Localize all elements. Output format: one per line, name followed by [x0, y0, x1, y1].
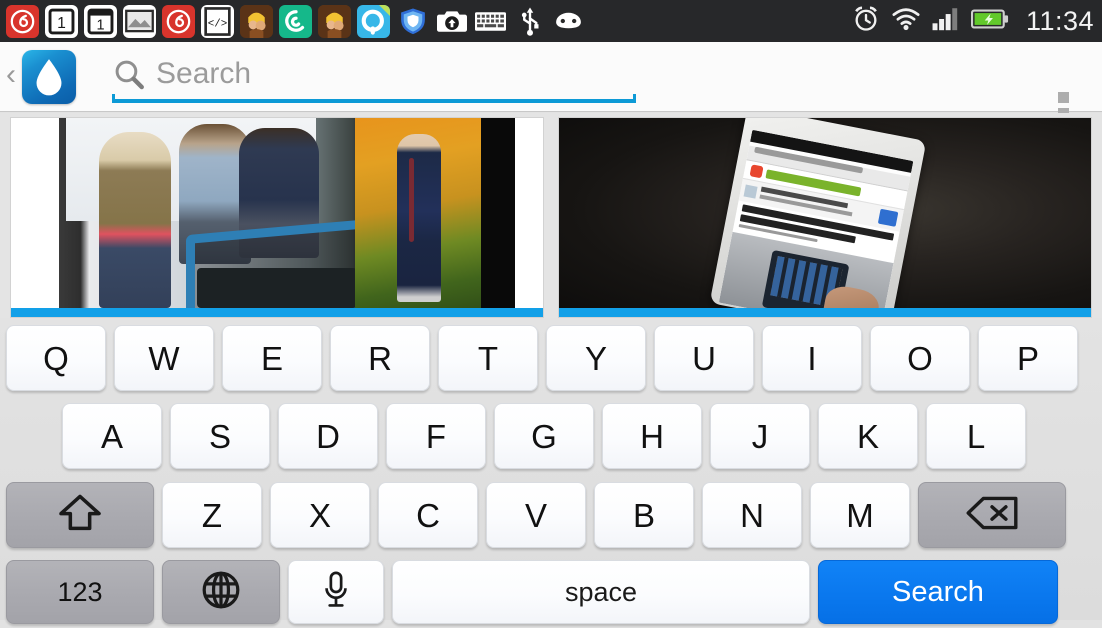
water-drop-app-icon[interactable] [22, 49, 76, 104]
key-i[interactable]: I [762, 325, 862, 391]
battery-charging-icon [970, 8, 1009, 35]
key-v[interactable]: V [486, 482, 586, 548]
key-m[interactable]: M [810, 482, 910, 548]
search-icon [112, 57, 146, 91]
key-x[interactable]: X [270, 482, 370, 548]
key-y[interactable]: Y [546, 325, 646, 391]
svg-text:1: 1 [96, 17, 104, 33]
keyboard-row-2: A S D F G H J K L [0, 396, 1102, 474]
key-k[interactable]: K [818, 403, 918, 469]
key-e[interactable]: E [222, 325, 322, 391]
netease-music-icon [6, 4, 39, 38]
clock-time: 11:34 [1025, 5, 1094, 36]
key-backspace[interactable] [918, 482, 1066, 548]
wifi-icon [891, 7, 921, 36]
key-language-globe[interactable] [162, 560, 280, 624]
key-o[interactable]: O [870, 325, 970, 391]
result-photo [559, 118, 1091, 317]
image-results-strip [0, 113, 1102, 318]
result-selection-bar [559, 308, 1091, 317]
tencent-security-shield-icon [396, 5, 429, 38]
key-a[interactable]: A [62, 403, 162, 469]
usb-debugging-icon [513, 5, 546, 38]
key-c[interactable]: C [378, 482, 478, 548]
key-j[interactable]: J [710, 403, 810, 469]
android-robot-icon [552, 5, 585, 38]
key-z[interactable]: Z [162, 482, 262, 548]
key-q[interactable]: Q [6, 325, 106, 391]
key-voice-input[interactable] [288, 560, 384, 624]
on-screen-keyboard: Q W E R T Y U I O P A S D F G H J K L Z … [0, 318, 1102, 624]
key-space[interactable]: space [392, 560, 810, 624]
backspace-icon [965, 496, 1019, 535]
qq-chat-icon [357, 4, 390, 38]
shift-arrow-icon [57, 493, 103, 538]
alarm-clock-icon [852, 5, 880, 38]
image-result-people-bikes[interactable] [10, 117, 544, 318]
key-n[interactable]: N [702, 482, 802, 548]
status-bar: 1 1 </> 11:34 [0, 0, 1102, 42]
image-result-hand-phone-ubergizmo[interactable] [558, 117, 1092, 318]
code-editor-icon: </> [201, 4, 234, 38]
back-chevron-icon[interactable]: ‹ [0, 60, 22, 93]
key-s[interactable]: S [170, 403, 270, 469]
key-t[interactable]: T [438, 325, 538, 391]
key-h[interactable]: H [602, 403, 702, 469]
key-g[interactable]: G [494, 403, 594, 469]
svg-text:</>: </> [208, 18, 228, 30]
key-f[interactable]: F [386, 403, 486, 469]
search-field-underline [112, 93, 636, 103]
system-status-icons: 11:34 [852, 5, 1094, 38]
keyboard-row-3: Z X C V B N M [0, 474, 1102, 554]
gallery-image-icon [123, 4, 156, 38]
search-field[interactable]: Search [112, 51, 636, 103]
droplet-glyph [36, 58, 62, 95]
signal-bars-icon [932, 7, 960, 36]
search-input-placeholder[interactable]: Search [156, 57, 251, 91]
overflow-dot [1058, 92, 1069, 103]
result-selection-bar [11, 308, 543, 317]
key-w[interactable]: W [114, 325, 214, 391]
result-photo [11, 118, 543, 317]
key-shift[interactable] [6, 482, 154, 548]
calendar-alt-day-1-icon: 1 [84, 4, 117, 38]
clash-of-clans-icon [240, 4, 273, 38]
clash-of-clans-2-icon [318, 4, 351, 38]
android-search-screen: 1 1 </> 11:34 ‹ Search Q W E R T Y U I O… [0, 0, 1102, 624]
key-d[interactable]: D [278, 403, 378, 469]
key-search-action[interactable]: Search [818, 560, 1058, 624]
key-numbers[interactable]: 123 [6, 560, 154, 624]
keyboard-row-4: 123 space Search [0, 554, 1102, 628]
notification-icons: 1 1 </> [6, 4, 852, 38]
key-r[interactable]: R [330, 325, 430, 391]
globe-icon [200, 569, 242, 616]
keyboard-row-1: Q W E R T Y U I O P [0, 318, 1102, 396]
svg-text:1: 1 [57, 15, 66, 32]
key-l[interactable]: L [926, 403, 1026, 469]
netease-music-2-icon [162, 4, 195, 38]
key-b[interactable]: B [594, 482, 694, 548]
microphone-icon [321, 570, 351, 615]
upload-camera-icon [435, 5, 468, 38]
calendar-day-1-icon: 1 [45, 4, 78, 38]
key-p[interactable]: P [978, 325, 1078, 391]
keyboard-icon [474, 5, 507, 38]
search-header: ‹ Search [0, 42, 1102, 135]
key-u[interactable]: U [654, 325, 754, 391]
qq-browser-icon [279, 4, 312, 38]
